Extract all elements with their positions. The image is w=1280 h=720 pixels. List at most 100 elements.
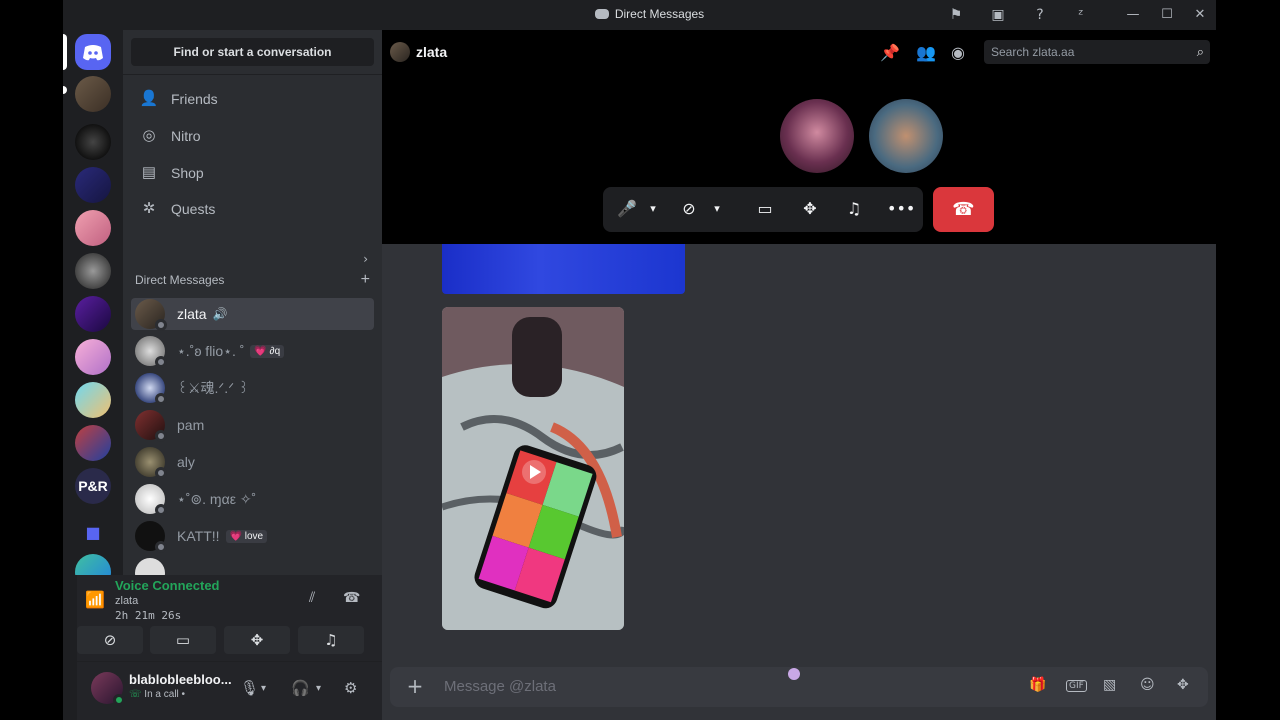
search-icon: ⌕: [1196, 44, 1204, 59]
gif-icon[interactable]: GIF: [1066, 680, 1087, 692]
dm-item-zlata[interactable]: zlata 🔊: [131, 298, 374, 331]
camera-chevron-down-icon[interactable]: ▾: [711, 198, 723, 220]
headphones-chevron-down-icon[interactable]: ▾: [316, 683, 321, 694]
image-attachment-blue[interactable]: [442, 244, 685, 294]
title-bar: Direct Messages ⚑ ▣ ? ᶻ — ☐ ✕: [63, 0, 1216, 30]
cursor-indicator: [788, 668, 800, 680]
hang-up-button[interactable]: ☎: [933, 187, 994, 232]
soundboard-button[interactable]: ♫: [298, 626, 364, 654]
add-attachment-plus-icon[interactable]: +: [404, 675, 426, 697]
camera-off-icon[interactable]: ⊘: [680, 198, 698, 220]
server-icon-9[interactable]: [75, 554, 111, 575]
recipient-avatar[interactable]: [390, 42, 410, 62]
disconnect-icon[interactable]: ☎: [343, 590, 360, 606]
call-participant-avatar[interactable]: [869, 99, 943, 173]
dm-item[interactable]: ⋆˚⊚. ɱαε ✧˚: [131, 483, 374, 516]
speaker-icon: 🔊: [212, 307, 228, 321]
maximize-button[interactable]: ☐: [1158, 6, 1176, 24]
voice-channel[interactable]: zlata: [115, 595, 138, 607]
microphone-icon[interactable]: 🎙: [240, 679, 259, 697]
add-friends-icon[interactable]: 👥: [916, 43, 936, 62]
mic-chevron-down-icon[interactable]: ▾: [647, 198, 659, 220]
phone-icon: ☏: [129, 689, 145, 700]
chevron-right-icon[interactable]: ›: [363, 252, 368, 266]
avatar: [135, 299, 167, 331]
signal-icon[interactable]: 📶: [85, 590, 105, 609]
server-avatar-voice[interactable]: [75, 76, 111, 112]
nav-friends[interactable]: 👤 Friends: [131, 82, 374, 116]
server-icon-4[interactable]: [75, 253, 111, 289]
friends-icon: 👤: [139, 90, 159, 107]
server-icon-5[interactable]: [75, 296, 111, 332]
dm-item-partial[interactable]: [131, 557, 374, 575]
server-icon-6[interactable]: [75, 339, 111, 375]
microphone-icon[interactable]: 🎤: [617, 198, 637, 220]
image-attachment-phone-photo[interactable]: [442, 307, 624, 630]
call-area: zlata 📌 👥 ◉ Search zlata.aa ⌕ 🎤 ▾ ⊘ ▾ ▭ ✥…: [382, 30, 1216, 244]
user-profile-icon[interactable]: ◉: [951, 43, 965, 62]
server-icon-1[interactable]: [75, 124, 111, 160]
call-participant-avatar[interactable]: [780, 99, 854, 173]
gift-icon[interactable]: 🎁: [1029, 677, 1046, 693]
apps-icon[interactable]: ✥: [1177, 677, 1189, 693]
nav-nitro[interactable]: ◎ Nitro: [131, 119, 374, 153]
shop-icon: ▤: [141, 164, 157, 181]
user-status-text: In a call •: [144, 689, 186, 700]
sticker-icon[interactable]: ▧: [1103, 677, 1116, 693]
server-icon-7[interactable]: [75, 382, 111, 418]
dm-item[interactable]: ꒰⚔魂.ᐟ.ᐟ ꒱: [131, 372, 374, 405]
server-icon-3[interactable]: [75, 210, 111, 246]
username[interactable]: blablobleebloo...: [129, 672, 237, 687]
recipient-name[interactable]: zlata: [416, 44, 447, 60]
noise-suppression-icon[interactable]: ⫽: [309, 590, 315, 606]
avatar: [135, 410, 167, 442]
more-options-icon[interactable]: •••: [887, 198, 915, 220]
dm-item[interactable]: KATT!! 💗 love: [131, 520, 374, 553]
server-icon-pr[interactable]: P&R: [75, 468, 111, 504]
server-icon-8[interactable]: [75, 425, 111, 461]
server-rail: P&R ■: [63, 30, 123, 575]
emoji-icon[interactable]: ☺: [1140, 677, 1155, 693]
voice-status[interactable]: Voice Connected: [115, 578, 220, 593]
status-indicator: [155, 430, 167, 442]
settings-gear-icon[interactable]: ⚙: [344, 679, 357, 697]
status-indicator: [155, 541, 167, 553]
message-input[interactable]: Message @zlata: [444, 678, 556, 695]
dm-name: KATT!!: [177, 528, 220, 544]
create-dm-plus-icon[interactable]: +: [361, 271, 370, 289]
help-icon[interactable]: ?: [1031, 6, 1049, 24]
close-button[interactable]: ✕: [1191, 6, 1209, 24]
mic-chevron-down-icon[interactable]: ▾: [261, 683, 266, 694]
dm-item[interactable]: ⋆.˚ʚ flio⋆. ˚ 💗 ∂q: [131, 335, 374, 368]
nav-shop[interactable]: ▤ Shop: [131, 156, 374, 190]
dm-header-label: Direct Messages: [135, 273, 225, 287]
camera-off-button[interactable]: ⊘: [77, 626, 143, 654]
minimize-button[interactable]: —: [1124, 6, 1142, 24]
pin-icon[interactable]: 📌: [880, 43, 900, 62]
activities-button[interactable]: ✥: [224, 626, 290, 654]
search-input[interactable]: Search zlata.aa ⌕: [984, 40, 1210, 64]
flag-icon[interactable]: ⚑: [947, 6, 965, 24]
quests-icon: ✲: [142, 200, 156, 217]
folder-icon[interactable]: ■: [75, 515, 111, 551]
home-indicator-pill: [63, 34, 67, 70]
screenshare-icon[interactable]: ▭: [755, 198, 775, 220]
soundboard-icon[interactable]: ♫: [844, 198, 864, 220]
chat-header: zlata 📌 👥 ◉ Search zlata.aa ⌕: [382, 30, 1216, 74]
user-avatar[interactable]: [91, 672, 125, 706]
discord-window: Direct Messages ⚑ ▣ ? ᶻ — ☐ ✕ P&R ■ Find…: [63, 0, 1216, 720]
inbox-icon[interactable]: ▣: [989, 6, 1007, 24]
dm-item[interactable]: pam: [131, 409, 374, 442]
find-conversation-button[interactable]: Find or start a conversation: [131, 38, 374, 66]
server-icon-2[interactable]: [75, 167, 111, 203]
sleep-icon[interactable]: ᶻ: [1072, 6, 1090, 24]
activities-icon[interactable]: ✥: [800, 198, 820, 220]
nav-quests[interactable]: ✲ Quests: [131, 192, 374, 226]
status-indicator: [155, 393, 167, 405]
divider: [123, 74, 382, 75]
home-button[interactable]: [75, 34, 111, 70]
screenshare-button[interactable]: ▭: [150, 626, 216, 654]
dm-item[interactable]: aly: [131, 446, 374, 479]
user-panel: blablobleebloo... ☏ In a call • 🎙 ▾ 🎧 ▾ …: [77, 662, 382, 720]
headphones-icon[interactable]: 🎧: [291, 679, 310, 697]
